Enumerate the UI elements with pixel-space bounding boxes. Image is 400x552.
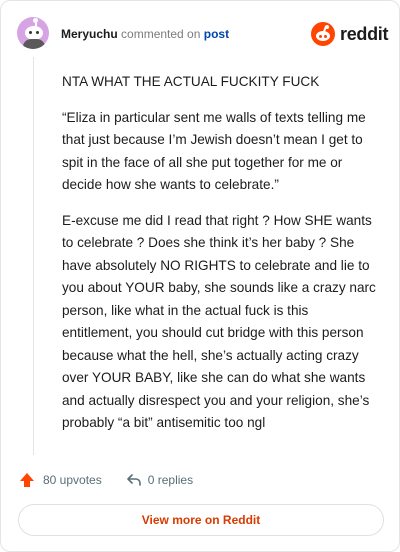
commented-on-label: commented on [121,27,201,41]
replies-button[interactable]: 0 replies [126,473,193,487]
thread-line [33,57,34,455]
username-link[interactable]: Meryuchu [61,27,118,41]
upvote-count: 80 upvotes [43,473,102,487]
avatar[interactable] [17,17,49,49]
comment-actions: 80 upvotes 0 replies [19,470,193,490]
comment-body: NTA WHAT THE ACTUAL FUCKITY FUCK “Eliza … [62,71,380,448]
comment-header: Meryuchu commented on post [61,27,229,41]
reddit-wordmark: reddit [340,23,389,44]
post-link[interactable]: post [204,27,229,41]
comment-paragraph: NTA WHAT THE ACTUAL FUCKITY FUCK [62,74,320,89]
comment-paragraph: E-excuse me did I read that right ? How … [62,212,376,431]
comment-paragraph: “Eliza in particular sent me walls of te… [62,109,366,193]
comment-card: Meryuchu commented on post reddit NTA WH… [0,0,400,552]
reply-count: 0 replies [147,473,194,487]
view-more-button[interactable]: View more on Reddit [18,504,384,536]
reddit-logo-icon [311,22,335,46]
upvote-icon[interactable] [19,472,35,488]
reply-icon [126,473,142,487]
reddit-brand[interactable]: reddit [311,21,389,47]
